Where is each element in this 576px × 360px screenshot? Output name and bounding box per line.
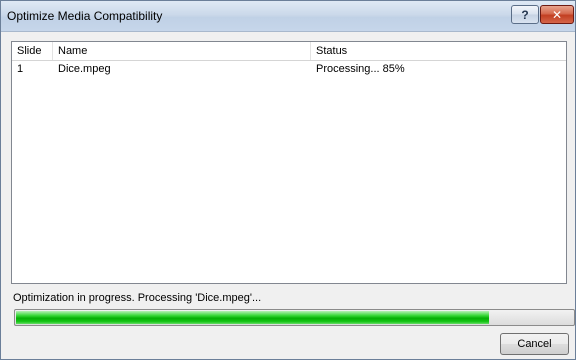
progress-bar-fill — [16, 311, 489, 324]
close-button[interactable]: ✕ — [540, 5, 574, 24]
optimize-media-dialog: Optimize Media Compatibility ? ✕ Slide N… — [0, 0, 576, 360]
close-icon: ✕ — [551, 7, 563, 22]
row-slide-cell: 1 — [17, 63, 24, 75]
list-header: Slide Name Status — [12, 42, 566, 61]
help-icon: ? — [521, 7, 529, 22]
row-status-cell: Processing... 85% — [316, 63, 405, 75]
cancel-button[interactable]: Cancel — [500, 333, 569, 355]
media-list[interactable]: Slide Name Status 1 Dice.mpeg Processing… — [11, 41, 567, 284]
column-header-name[interactable]: Name — [53, 42, 311, 60]
column-header-slide[interactable]: Slide — [12, 42, 53, 60]
table-row[interactable]: 1 Dice.mpeg Processing... 85% — [12, 61, 566, 78]
column-header-status[interactable]: Status — [311, 42, 566, 60]
progress-bar — [14, 309, 575, 326]
help-button[interactable]: ? — [511, 5, 539, 24]
row-name-cell: Dice.mpeg — [58, 63, 111, 75]
dialog-title: Optimize Media Compatibility — [7, 9, 163, 23]
progress-status-text: Optimization in progress. Processing 'Di… — [13, 292, 262, 304]
title-bar[interactable]: Optimize Media Compatibility ? ✕ — [1, 1, 575, 32]
